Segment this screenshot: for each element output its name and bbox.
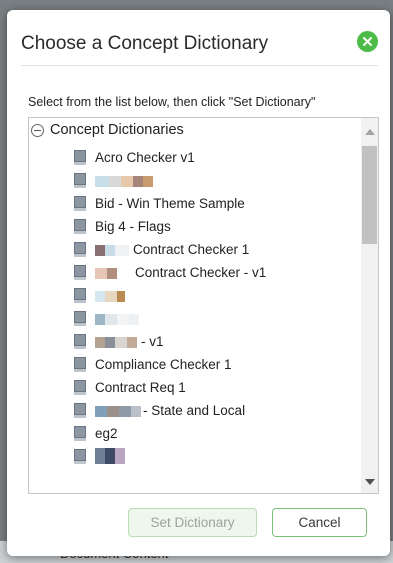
tree-root-label: Concept Dictionaries bbox=[50, 122, 184, 138]
dictionary-tree[interactable]: Concept Dictionaries Acro Checker v1 Bid… bbox=[28, 117, 379, 494]
tree-item[interactable]: Contract Req 1 bbox=[74, 376, 186, 398]
redacted-label bbox=[95, 336, 137, 348]
tree-item-label: Acro Checker v1 bbox=[95, 149, 195, 165]
tree-item-label: Contract Checker 1 bbox=[133, 241, 250, 257]
cancel-button[interactable]: Cancel bbox=[272, 508, 367, 537]
tree-item-label: Compliance Checker 1 bbox=[95, 356, 232, 372]
redacted-label bbox=[95, 175, 153, 187]
scroll-down-icon[interactable] bbox=[365, 479, 375, 485]
set-dictionary-button[interactable]: Set Dictionary bbox=[128, 508, 257, 537]
tree-item-label: - State and Local bbox=[143, 402, 246, 418]
tree-item-label: Bid - Win Theme Sample bbox=[95, 195, 245, 211]
dictionary-icon bbox=[74, 195, 86, 211]
dictionary-icon bbox=[74, 310, 86, 326]
dictionary-icon bbox=[74, 425, 86, 441]
tree-item[interactable]: Bid - Win Theme Sample bbox=[74, 192, 245, 214]
tree-item-label: eg2 bbox=[95, 425, 118, 441]
dictionary-icon bbox=[74, 333, 86, 349]
tree-item-label: Big 4 - Flags bbox=[95, 218, 171, 234]
title-divider bbox=[21, 65, 378, 66]
dictionary-icon bbox=[74, 218, 86, 234]
dialog-title: Choose a Concept Dictionary bbox=[21, 33, 269, 54]
close-icon bbox=[363, 37, 372, 46]
tree-item-label: - v1 bbox=[141, 333, 164, 349]
dictionary-icon bbox=[74, 287, 86, 303]
tree-item-label: Contract Req 1 bbox=[95, 379, 186, 395]
close-button[interactable] bbox=[357, 31, 378, 52]
tree-item[interactable]: - State and Local bbox=[74, 399, 245, 421]
redacted-label bbox=[95, 405, 141, 417]
concept-dictionary-dialog: Choose a Concept Dictionary Select from … bbox=[7, 10, 390, 556]
tree-item[interactable]: eg2 bbox=[74, 422, 118, 444]
dictionary-icon bbox=[74, 264, 86, 280]
tree-item[interactable]: - v1 bbox=[74, 330, 164, 352]
dictionary-icon bbox=[74, 448, 86, 464]
dictionary-icon bbox=[74, 149, 86, 165]
tree-item[interactable]: Contract Checker 1 bbox=[74, 238, 249, 260]
tree-scrollbar[interactable] bbox=[361, 118, 378, 493]
tree-item[interactable]: Compliance Checker 1 bbox=[74, 353, 232, 375]
tree-item[interactable] bbox=[74, 445, 125, 467]
dictionary-icon bbox=[74, 402, 86, 418]
redacted-label bbox=[95, 290, 125, 302]
tree-item[interactable] bbox=[74, 284, 125, 306]
scroll-up-icon[interactable] bbox=[365, 129, 375, 135]
tree-item[interactable]: Big 4 - Flags bbox=[74, 215, 171, 237]
instruction-text: Select from the list below, then click "… bbox=[28, 95, 316, 109]
dictionary-icon bbox=[74, 356, 86, 372]
redacted-label bbox=[95, 244, 129, 256]
redacted-label bbox=[95, 448, 125, 464]
tree-item[interactable] bbox=[74, 307, 139, 329]
redacted-label bbox=[95, 313, 139, 325]
dictionary-icon bbox=[74, 241, 86, 257]
redacted-label bbox=[95, 267, 131, 279]
tree-root[interactable]: Concept Dictionaries bbox=[31, 122, 184, 138]
tree-item[interactable]: Acro Checker v1 bbox=[74, 146, 195, 168]
dictionary-icon bbox=[74, 379, 86, 395]
dictionary-icon bbox=[74, 172, 86, 188]
scroll-thumb[interactable] bbox=[362, 146, 377, 244]
tree-item[interactable] bbox=[74, 169, 153, 191]
tree-item[interactable]: Contract Checker - v1 bbox=[74, 261, 266, 283]
collapse-icon[interactable] bbox=[31, 123, 44, 137]
tree-item-label: Contract Checker - v1 bbox=[135, 264, 267, 280]
